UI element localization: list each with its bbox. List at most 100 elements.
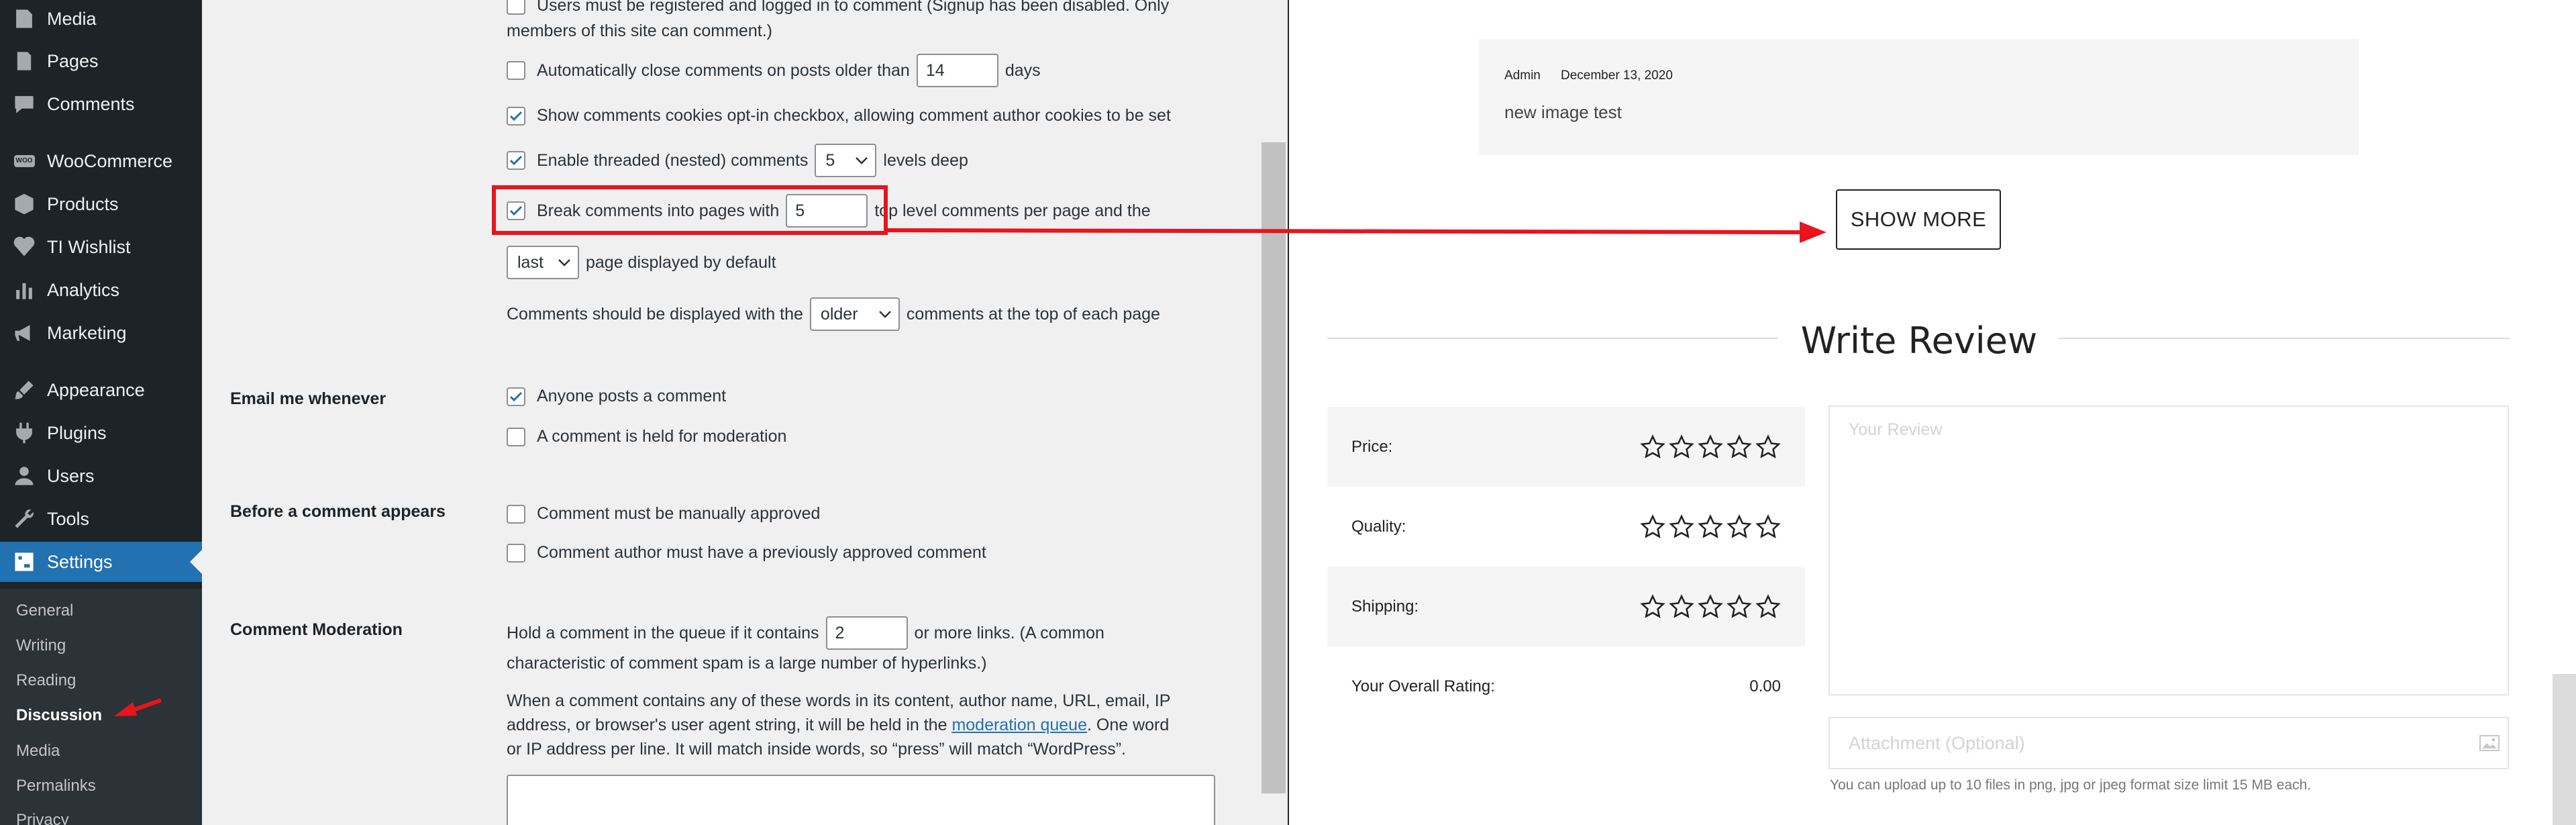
sidebar-item-label: Products — [47, 193, 119, 214]
previously-approved-checkbox[interactable] — [507, 543, 525, 563]
appearance-icon — [9, 377, 39, 403]
auto-close-days-input[interactable]: 14 — [916, 54, 998, 87]
option-registered-to-comment: Users must be registered and logged in t… — [507, 0, 1169, 15]
cookies-checkbox[interactable] — [507, 106, 525, 126]
sidebar-item-label: Pages — [47, 50, 99, 71]
star-icon[interactable] — [1669, 434, 1694, 460]
submenu-general[interactable]: General — [16, 601, 73, 620]
divider — [2059, 338, 2510, 339]
rating-row-shipping: Shipping: — [1327, 567, 1805, 646]
sidebar-item-comments[interactable]: Comments — [0, 84, 202, 124]
star-icon[interactable] — [1640, 434, 1665, 460]
chevron-down-icon — [879, 311, 891, 318]
star-icon[interactable] — [1727, 434, 1752, 460]
moderation-queue-link[interactable]: moderation queue — [951, 716, 1087, 734]
option-label: Comment must be manually approved — [537, 504, 821, 523]
sidebar-item-settings[interactable]: Settings — [0, 542, 202, 582]
sidebar-item-analytics[interactable]: Analytics — [0, 270, 202, 310]
sidebar-item-marketing[interactable]: Marketing — [0, 313, 202, 353]
chevron-down-icon — [558, 259, 570, 266]
registered-checkbox[interactable] — [507, 0, 525, 15]
star-icon[interactable] — [1640, 514, 1665, 540]
option-label: Anyone posts a comment — [537, 387, 727, 405]
option-label: levels deep — [883, 150, 968, 170]
star-icon[interactable] — [1755, 434, 1781, 460]
option-label: Comment author must have a previously ap… — [537, 543, 986, 562]
sidebar-item-plugins[interactable]: Plugins — [0, 413, 202, 453]
moderation-words-line-1: When a comment contains any of these wor… — [507, 691, 1171, 710]
submenu-discussion[interactable]: Discussion — [16, 706, 102, 725]
store-scrollbar-thumb[interactable] — [2553, 674, 2576, 825]
star-icon[interactable] — [1669, 514, 1694, 540]
sidebar-item-woocommerce[interactable]: WOO WooCommerce — [0, 141, 202, 181]
default-page-select[interactable]: last — [507, 246, 579, 279]
email-anyone-checkbox[interactable] — [507, 387, 525, 406]
option-label: Users must be registered and logged in t… — [537, 0, 1170, 15]
image-icon[interactable] — [2479, 735, 2500, 751]
manual-approve-checkbox[interactable] — [507, 504, 525, 524]
plugins-icon — [9, 420, 39, 446]
comment-author: Admin — [1504, 68, 1541, 83]
moderation-keys-textarea[interactable] — [507, 775, 1215, 825]
submenu-permalinks[interactable]: Permalinks — [16, 777, 96, 795]
moderation-links-input[interactable]: 2 — [825, 616, 908, 650]
sidebar-item-products[interactable]: Products — [0, 184, 202, 224]
rating-label: Price: — [1351, 437, 1393, 456]
submenu-writing[interactable]: Writing — [16, 636, 66, 655]
threaded-checkbox[interactable] — [507, 151, 525, 170]
products-icon — [9, 191, 39, 217]
thread-depth-select[interactable]: 5 — [815, 144, 877, 177]
star-icon[interactable] — [1755, 514, 1781, 540]
text: address, or browser's user agent string,… — [507, 716, 947, 734]
review-placeholder: Your Review — [1849, 420, 1943, 439]
rating-row-overall: Your Overall Rating: 0.00 — [1327, 646, 1805, 726]
option-comment-order: Comments should be displayed with the ol… — [507, 297, 1160, 331]
settings-scrollbar-thumb[interactable] — [1261, 142, 1286, 793]
sidebar-item-ti-wishlist[interactable]: TI Wishlist — [0, 227, 202, 267]
review-textarea[interactable] — [1828, 405, 2509, 695]
settings-icon — [9, 548, 39, 575]
star-icon[interactable] — [1727, 514, 1752, 540]
star-icon[interactable] — [1640, 593, 1665, 620]
settings-submenu: General Writing Reading Discussion Media… — [0, 589, 202, 825]
wishlist-icon — [9, 234, 39, 260]
sidebar-item-media[interactable]: Media — [0, 0, 202, 39]
sidebar-item-users[interactable]: Users — [0, 456, 202, 496]
option-email-held: A comment is held for moderation — [507, 427, 786, 446]
option-label: Enable threaded (nested) comments — [537, 150, 809, 170]
sidebar-item-pages[interactable]: Pages — [0, 41, 202, 81]
auto-close-checkbox[interactable] — [507, 61, 525, 80]
option-email-anyone: Anyone posts a comment — [507, 387, 726, 406]
star-icon[interactable] — [1698, 434, 1723, 460]
star-icon[interactable] — [1698, 514, 1723, 540]
star-icon[interactable] — [1669, 593, 1694, 620]
sidebar-item-label: Users — [47, 465, 95, 486]
star-icon[interactable] — [1727, 593, 1752, 620]
submenu-privacy[interactable]: Privacy — [16, 811, 69, 825]
submenu-reading[interactable]: Reading — [16, 671, 76, 690]
option-label-continued: members of this site can comment.) — [507, 21, 772, 40]
option-label: Hold a comment in the queue if it contai… — [507, 623, 819, 642]
moderation-words-line-2: address, or browser's user agent string,… — [507, 712, 1218, 738]
option-moderation-links: Hold a comment in the queue if it contai… — [507, 616, 1104, 650]
admin-sidebar: Media Pages Comments WOO WooCommerce Pro… — [0, 0, 202, 825]
star-rating[interactable] — [1640, 593, 1781, 620]
rating-label: Shipping: — [1351, 597, 1419, 616]
email-held-checkbox[interactable] — [507, 427, 525, 446]
star-rating[interactable] — [1640, 434, 1781, 460]
sidebar-item-tools[interactable]: Tools — [0, 499, 202, 539]
users-icon — [9, 463, 39, 489]
star-icon[interactable] — [1698, 593, 1723, 620]
star-rating[interactable] — [1640, 514, 1781, 540]
option-label: A comment is held for moderation — [537, 427, 787, 446]
submenu-media[interactable]: Media — [16, 742, 60, 761]
sidebar-item-label: Settings — [47, 551, 113, 572]
option-cookies-checkbox: Show comments cookies opt-in checkbox, a… — [507, 106, 1171, 126]
show-more-button[interactable]: SHOW MORE — [1836, 189, 2001, 250]
comment-order-select[interactable]: older — [809, 297, 900, 331]
option-label: comments at the top of each page — [906, 304, 1160, 324]
star-icon[interactable] — [1755, 593, 1781, 620]
sidebar-item-appearance[interactable]: Appearance — [0, 370, 202, 410]
comment-text: new image test — [1504, 102, 1622, 122]
option-threaded: Enable threaded (nested) comments 5 leve… — [507, 144, 968, 177]
